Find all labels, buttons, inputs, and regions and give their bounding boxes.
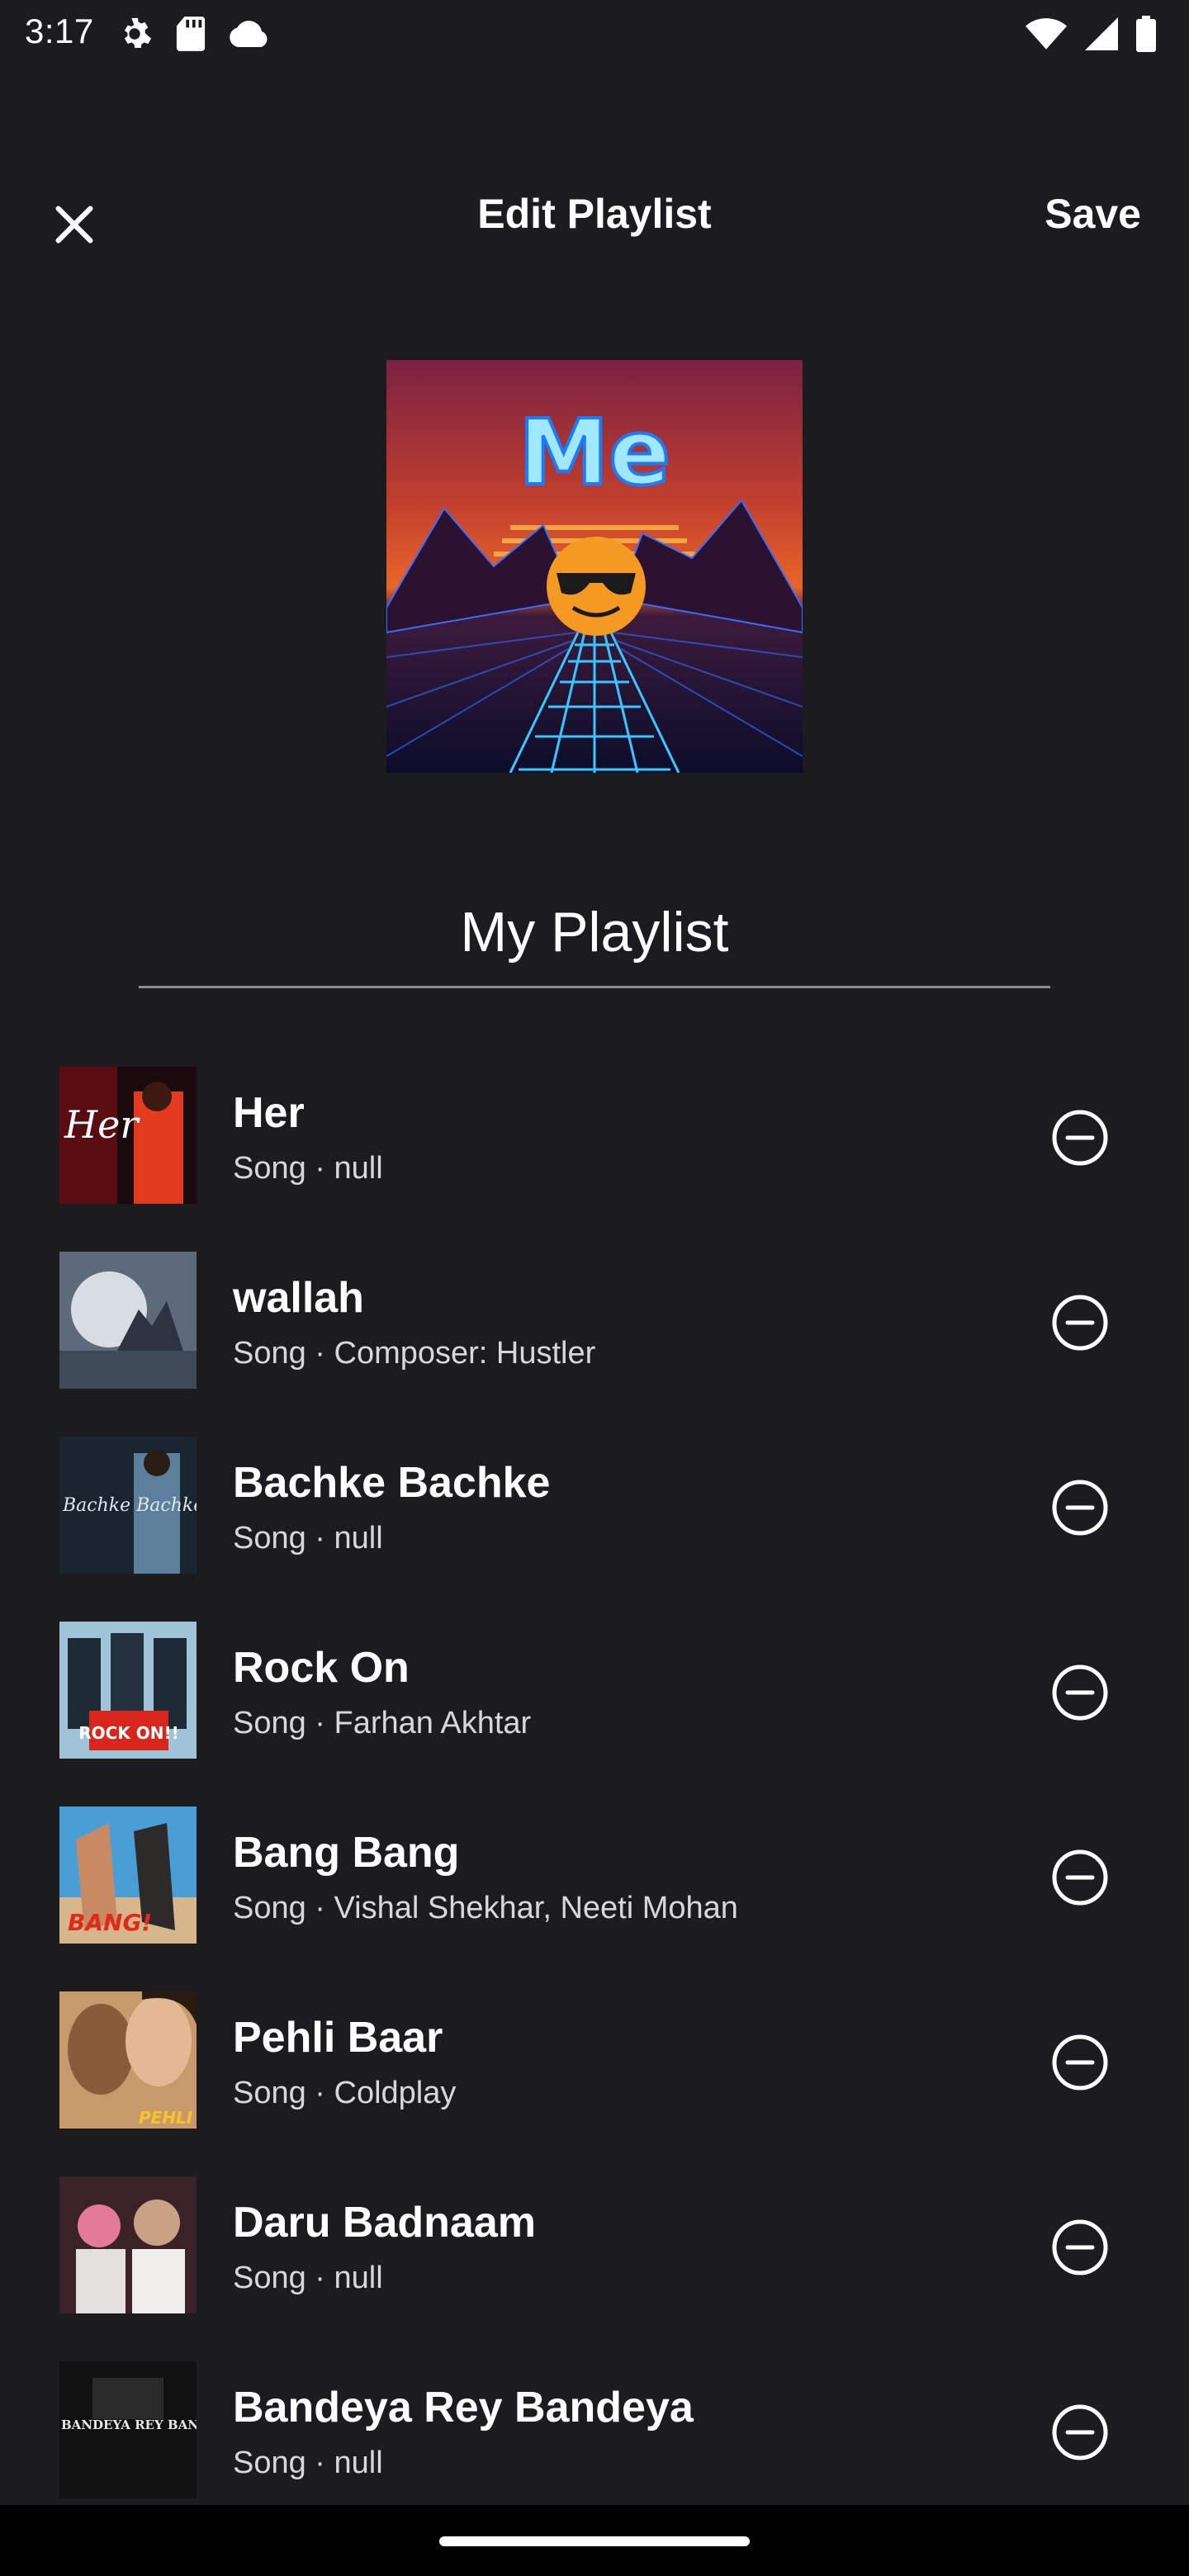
- remove-circle-icon: [1052, 1295, 1108, 1351]
- track-title: Bang Bang: [233, 1829, 460, 1877]
- svg-text:ROCK ON!!: ROCK ON!!: [78, 1723, 179, 1743]
- track-thumbnail: BANDEYA REY BANDEY: [59, 2361, 197, 2498]
- track-row[interactable]: BANG! Bang Bang Song · Vishal Shekhar, N…: [0, 1785, 1189, 1970]
- signal-icon: [1085, 17, 1118, 50]
- remove-circle-icon: [1052, 1480, 1108, 1536]
- remove-circle-icon: [1052, 1849, 1108, 1906]
- track-subtitle: Song · Coldplay: [233, 2076, 457, 2110]
- track-thumbnail: [59, 2176, 197, 2313]
- remove-track-button[interactable]: [1045, 1473, 1115, 1542]
- cover-artwork: Me: [386, 360, 803, 773]
- remove-track-button[interactable]: [1045, 1658, 1115, 1727]
- track-row[interactable]: Her Her Song · null: [0, 1045, 1189, 1230]
- wifi-icon: [1026, 18, 1067, 50]
- battery-icon: [1136, 16, 1156, 52]
- svg-text:PEHLI BAA: PEHLI BAA: [139, 2108, 197, 2128]
- remove-track-button[interactable]: [1045, 1103, 1115, 1172]
- svg-text:Her: Her: [64, 1102, 140, 1147]
- system-navigation-bar: [0, 2505, 1189, 2576]
- track-thumbnail: [59, 1252, 197, 1389]
- svg-text:Bachke Bachke: Bachke Bachke: [62, 1495, 197, 1516]
- track-subtitle: Song · null: [233, 2446, 383, 2480]
- settings-icon: [124, 17, 152, 49]
- track-title: Bandeya Rey Bandeya: [233, 2384, 694, 2432]
- track-title: Bachke Bachke: [233, 1459, 551, 1507]
- remove-circle-icon: [1052, 1110, 1108, 1166]
- track-row[interactable]: ROCK ON!! Rock On Song · Farhan Akhtar: [0, 1600, 1189, 1785]
- svg-text:BANDEYA REY BANDEY: BANDEYA REY BANDEY: [61, 2417, 197, 2432]
- playlist-cover-image[interactable]: Me: [386, 360, 803, 773]
- track-row[interactable]: Bachke Bachke Bachke Bachke Song · null: [0, 1415, 1189, 1600]
- track-row[interactable]: Daru Badnaam Song · null: [0, 2155, 1189, 2340]
- remove-track-button[interactable]: [1045, 1843, 1115, 1912]
- remove-track-button[interactable]: [1045, 1288, 1115, 1357]
- track-title: Her: [233, 1089, 305, 1137]
- track-thumbnail: PEHLI BAA: [59, 1991, 197, 2129]
- track-subtitle: Song · Farhan Akhtar: [233, 1706, 532, 1740]
- home-indicator[interactable]: [439, 2536, 750, 2546]
- playlist-name-input[interactable]: [139, 900, 1050, 964]
- cloud-icon: [230, 21, 268, 47]
- track-subtitle: Song · Vishal Shekhar, Neeti Mohan: [233, 1891, 738, 1925]
- track-subtitle: Song · null: [233, 2261, 383, 2295]
- track-thumbnail: BANG!: [59, 1807, 197, 1944]
- remove-circle-icon: [1052, 2404, 1108, 2460]
- top-app-bar: Edit Playlist Save: [0, 165, 1189, 272]
- track-thumbnail: ROCK ON!!: [59, 1622, 197, 1759]
- svg-text:BANG!: BANG!: [68, 1909, 152, 1936]
- status-time: 3:17: [25, 12, 94, 50]
- track-row[interactable]: BANDEYA REY BANDEY Bandeya Rey Bandeya S…: [0, 2340, 1189, 2525]
- track-thumbnail: Bachke Bachke: [59, 1437, 197, 1574]
- sd-card-icon: [176, 17, 206, 51]
- track-title: wallah: [233, 1274, 364, 1322]
- page-title: Edit Playlist: [477, 191, 712, 237]
- track-thumbnail: Her: [59, 1067, 197, 1204]
- save-button[interactable]: Save: [1045, 190, 1141, 238]
- track-subtitle: Song · null: [233, 1521, 383, 1556]
- remove-track-button[interactable]: [1045, 2398, 1115, 2467]
- track-title: Pehli Baar: [233, 2014, 443, 2062]
- playlist-name-field[interactable]: [139, 892, 1050, 988]
- remove-circle-icon: [1052, 2034, 1108, 2091]
- track-title: Daru Badnaam: [233, 2199, 536, 2247]
- remove-track-button[interactable]: [1045, 2213, 1115, 2282]
- status-bar: 3:17: [0, 0, 1189, 69]
- track-subtitle: Song · Composer: Hustler: [233, 1336, 596, 1371]
- remove-circle-icon: [1052, 2219, 1108, 2275]
- remove-track-button[interactable]: [1045, 2028, 1115, 2097]
- remove-circle-icon: [1052, 1664, 1108, 1721]
- track-row[interactable]: PEHLI BAA Pehli Baar Song · Coldplay: [0, 1970, 1189, 2155]
- cover-text: Me: [519, 400, 670, 505]
- track-title: Rock On: [233, 1644, 410, 1692]
- track-row[interactable]: wallah Song · Composer: Hustler: [0, 1230, 1189, 1415]
- track-subtitle: Song · null: [233, 1151, 383, 1186]
